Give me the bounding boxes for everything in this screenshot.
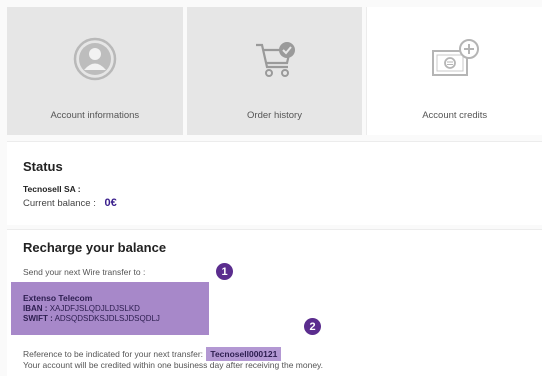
account-nav-tiles: Account informations Order history Accou… <box>7 7 542 135</box>
tile-label: Order history <box>247 110 302 121</box>
bank-details-box: Extenso Telecom IBAN : XAJDFJSLQDJLDJSLK… <box>11 282 209 335</box>
swift-value: ADSQDSDKSJDLSJDSQDLJ <box>54 314 160 323</box>
recharge-title: Recharge your balance <box>23 240 167 255</box>
balance-value: 0€ <box>104 197 117 209</box>
balance-label: Current balance : <box>23 198 96 209</box>
step-badge-2: 2 <box>304 318 321 335</box>
account-page: Account informations Order history Accou… <box>0 0 542 376</box>
iban-label: IBAN : <box>23 304 48 313</box>
cart-check-icon <box>252 37 298 86</box>
tile-order-history[interactable]: Order history <box>186 7 363 135</box>
status-panel: Status Tecnosell SA : Current balance : … <box>7 141 542 225</box>
company-name: Tecnosell SA : <box>23 184 81 194</box>
tile-label: Account informations <box>50 110 140 121</box>
status-title: Status <box>23 159 63 174</box>
iban-value: XAJDFJSLQDJLDJSLKD <box>49 304 140 313</box>
send-instructions: Send your next Wire transfer to : <box>23 267 146 277</box>
reference-row: Reference to be indicated for your next … <box>23 347 282 361</box>
card-plus-icon <box>429 37 481 86</box>
bank-name: Extenso Telecom <box>23 293 93 303</box>
reference-label: Reference to be indicated for your next … <box>23 349 204 359</box>
tile-account-credits[interactable]: Account credits <box>366 7 542 135</box>
tile-account-informations[interactable]: Account informations <box>7 7 183 135</box>
step-badge-1: 1 <box>216 263 233 280</box>
swift-row: SWIFT : ADSQDSDKSJDLSJDSQDLJ <box>23 314 209 323</box>
recharge-panel: Recharge your balance Send your next Wir… <box>7 229 542 376</box>
tile-label: Account credits <box>422 110 488 121</box>
credit-notice: Your account will be credited within one… <box>23 360 324 370</box>
user-avatar-icon <box>73 37 117 86</box>
swift-label: SWIFT : <box>23 314 53 323</box>
iban-row: IBAN : XAJDFJSLQDJLDJSLKD <box>23 304 209 313</box>
balance-row: Current balance : 0€ <box>23 197 117 209</box>
reference-code: Tecnosell000121 <box>206 347 282 361</box>
